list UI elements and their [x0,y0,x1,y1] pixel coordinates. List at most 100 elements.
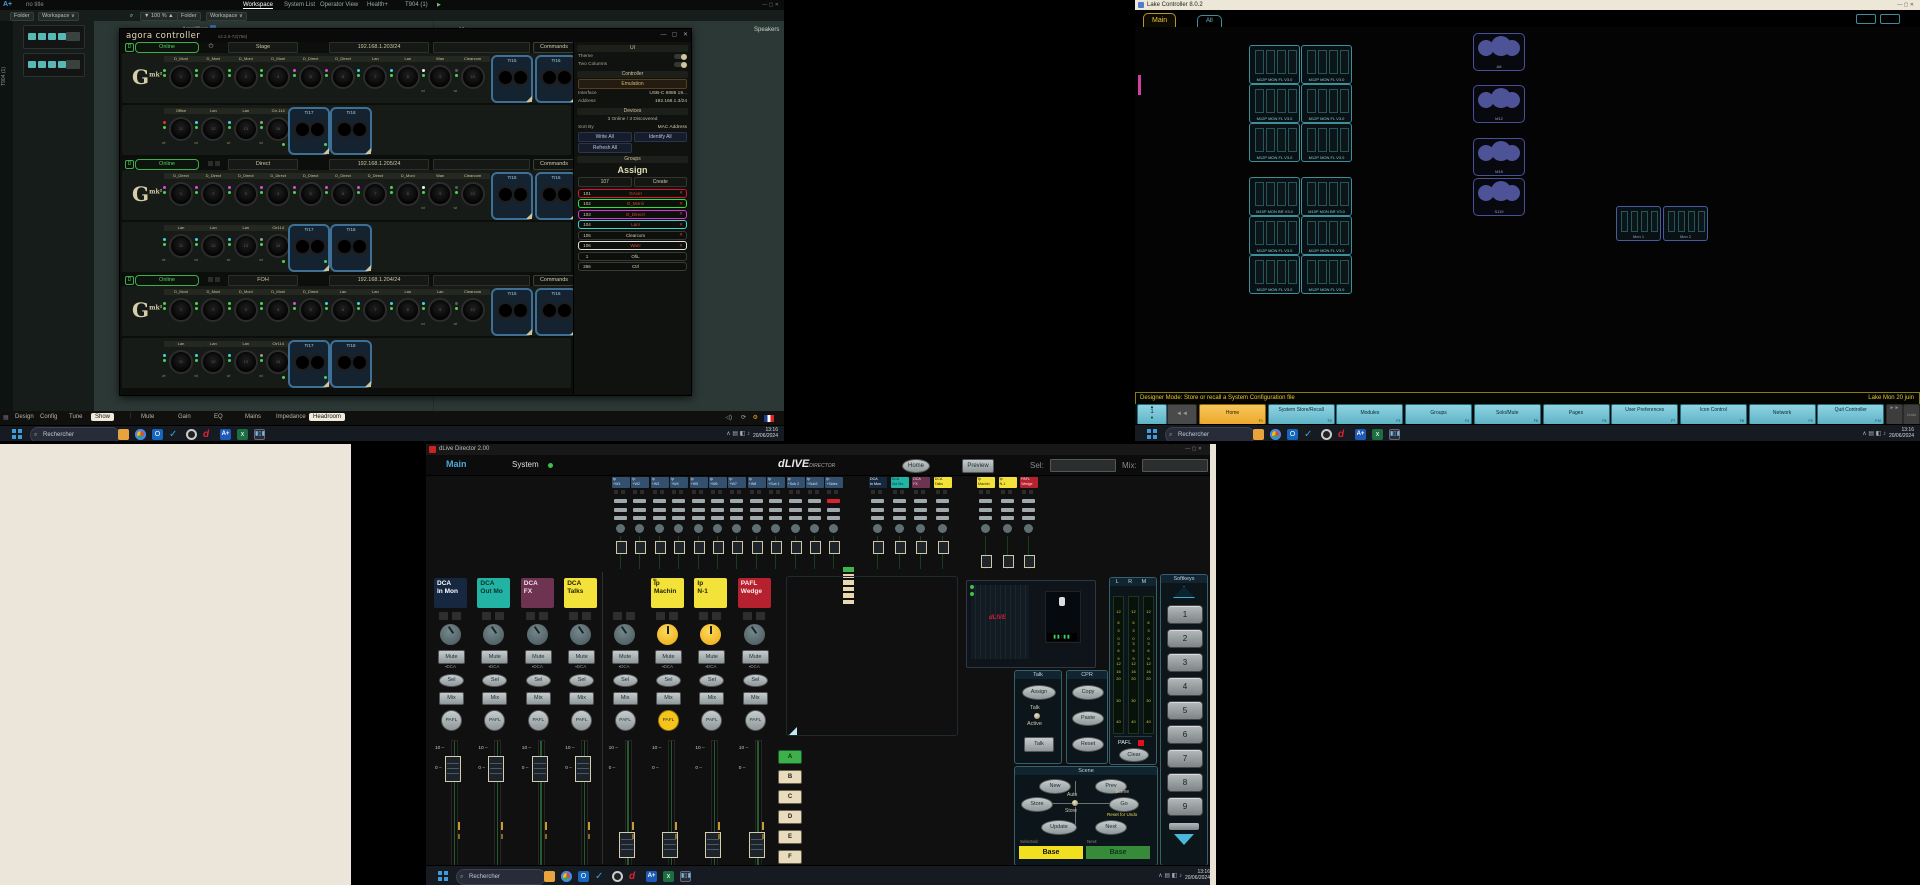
lake-module-frame[interactable]: M12P MON FL V3.0 [1301,255,1352,294]
trunk-port[interactable]: Tr16 [535,55,577,103]
port-connector[interactable]: 10 [461,182,485,206]
top-tab-operator-view[interactable]: Operator View [320,2,358,8]
lake-module-frame[interactable]: M12P MON FL V3.0 [1249,84,1300,123]
group-row-101[interactable]: 101GAce!✕ [578,189,687,198]
softkey-button-8[interactable]: 8 [1167,773,1203,792]
fader-cap[interactable] [445,756,461,782]
mini-sel-button[interactable] [1001,508,1014,512]
trunk-port[interactable]: Tr17 [288,224,330,272]
mini-mix-button[interactable] [769,516,782,520]
port-connector[interactable]: 12 [201,117,225,141]
search-input[interactable]: Rechercher⌕ [30,427,120,441]
mini-fader-cap[interactable] [713,541,724,554]
mini-fader-cap[interactable] [771,541,782,554]
page-spinner[interactable]: ▲1▼ [1137,404,1167,425]
mini-sel-button[interactable] [1022,508,1035,512]
mix-button[interactable]: Mix [569,692,594,705]
mode-tab-tune[interactable]: Tune [69,414,82,420]
lake-module-frame[interactable]: M15P MON BR V3.0 [1301,177,1352,216]
port-connector[interactable]: 5 [299,182,323,206]
excel-icon[interactable]: x [663,871,674,882]
mini-knob[interactable] [1003,524,1012,533]
lake-module-frame[interactable]: M12P MON FL V3.0 [1249,255,1300,294]
mute-button[interactable]: Mute [525,650,552,664]
mini-mute-button[interactable] [614,499,627,503]
mini-strip-outmo[interactable]: DCAOut Mo [891,477,909,570]
mute-button[interactable]: Mute [481,650,508,664]
fader-cap[interactable] [532,756,548,782]
mini-sel-button[interactable] [614,508,627,512]
play-button[interactable]: ▶ [437,2,441,8]
mini-mute-button[interactable] [672,499,685,503]
lake-module-frame[interactable]: M15P MON BR V3.0 [1249,177,1300,216]
group-row-106[interactable]: 106Wan!✕ [578,241,687,250]
sel-button[interactable]: Sel [439,674,464,687]
mini-strip-n1[interactable]: IpN-1 [999,477,1017,570]
pafl-button[interactable]: PAFL [571,710,592,731]
mini-sel-button[interactable] [711,508,724,512]
trunk-port[interactable]: Tr16 [535,172,577,220]
softkey-button-7[interactable]: 7 [1167,749,1203,768]
mute-button[interactable]: Mute [612,650,639,664]
check-icon[interactable]: ✓ [169,429,180,440]
mini-knob[interactable] [981,524,990,533]
sel-button[interactable]: Sel [526,674,551,687]
port-connector[interactable]: 7 [363,65,387,89]
sel-button[interactable]: Sel [569,674,594,687]
folder-icon[interactable] [544,871,555,882]
taskbar-clock[interactable]: 13:1620/06/2024 [1889,427,1914,440]
softkey-button-3[interactable]: 3 [1167,653,1203,672]
sel-button[interactable]: Sel [743,674,768,687]
language-flag-icon[interactable] [764,415,774,422]
lake-module-frame[interactable]: M12P MON FL V3.0 [1301,45,1352,84]
mini-knob[interactable] [938,524,947,533]
interface-row[interactable]: InterfaceUSB-C 8888 19... [578,90,687,97]
strip-knob[interactable] [744,624,765,645]
maximize-icon[interactable]: ▢ [671,32,678,39]
channel-strip-fx[interactable]: DCAFXMute▪DCASelMixPAFL10 –0 – [521,572,554,864]
remove-group-icon[interactable]: ✕ [676,201,686,207]
port-connector[interactable]: 6 [331,298,355,322]
mini-strip-w2[interactable]: Ip+W2 [631,477,649,570]
mini-mute-button[interactable] [711,499,724,503]
amp-thumbnail[interactable] [23,25,85,49]
mini-strip-sub2[interactable]: Ip+Sub 2 [787,477,805,570]
scene-update-button[interactable]: Update [1041,820,1077,835]
trunk-port[interactable]: Tr17 [288,340,330,388]
reset-button[interactable]: Reset [1072,737,1104,752]
check-icon[interactable]: ✓ [1304,429,1315,440]
mini-mix-button[interactable] [914,516,927,520]
port-connector[interactable]: 7 [363,298,387,322]
mini-mute-button[interactable] [789,499,802,503]
port-connector[interactable]: 12 [201,350,225,374]
port-connector[interactable]: 1 [169,298,193,322]
softkey-button-1[interactable]: 1 [1167,605,1203,624]
excel-icon[interactable]: x [237,429,248,440]
channel-strip-outmo[interactable]: DCAOut MoMute▪DCASelMixPAFL10 –0 – [477,572,510,864]
mini-fader-cap[interactable] [981,555,992,568]
lake-icon[interactable]: ▮▯▮ [680,871,691,882]
mode-tab-design[interactable]: Design [15,414,34,420]
mini-knob[interactable] [655,524,664,533]
paste-button[interactable]: Paste [1072,711,1104,726]
mini-mix-button[interactable] [730,516,743,520]
lake-titlebar[interactable]: Lake Controller 8.0.2 — ▢ ✕ [1135,0,1920,10]
mini-strip-w4[interactable]: Ip+W4 [670,477,688,570]
port-connector[interactable]: 14 [266,117,290,141]
top-tab-health-[interactable]: Health+ [367,2,388,8]
tray-icons[interactable]: ∧ ▤ ◧ ♪ [1862,430,1886,437]
mini-mix-button[interactable] [1001,516,1014,520]
dlive-icon[interactable]: d [1338,429,1349,440]
port-connector[interactable]: 13 [234,117,258,141]
remove-group-icon[interactable]: ✕ [676,243,686,249]
port-connector[interactable]: 9 [428,65,452,89]
bank-button-f[interactable]: F [778,850,802,864]
search-input[interactable]: Rechercher⌕ [456,869,546,885]
mini-fader-cap[interactable] [635,541,646,554]
lake-module-frame[interactable]: M12P MON FL V3.0 [1301,84,1352,123]
refresh-all-button[interactable]: Refresh All [578,143,632,153]
mini-strip-w3[interactable]: Ip+W3 [651,477,669,570]
mute-button[interactable]: Mute [438,650,465,664]
aplus-icon[interactable]: A+ [220,429,231,440]
port-connector[interactable]: 11 [169,117,193,141]
